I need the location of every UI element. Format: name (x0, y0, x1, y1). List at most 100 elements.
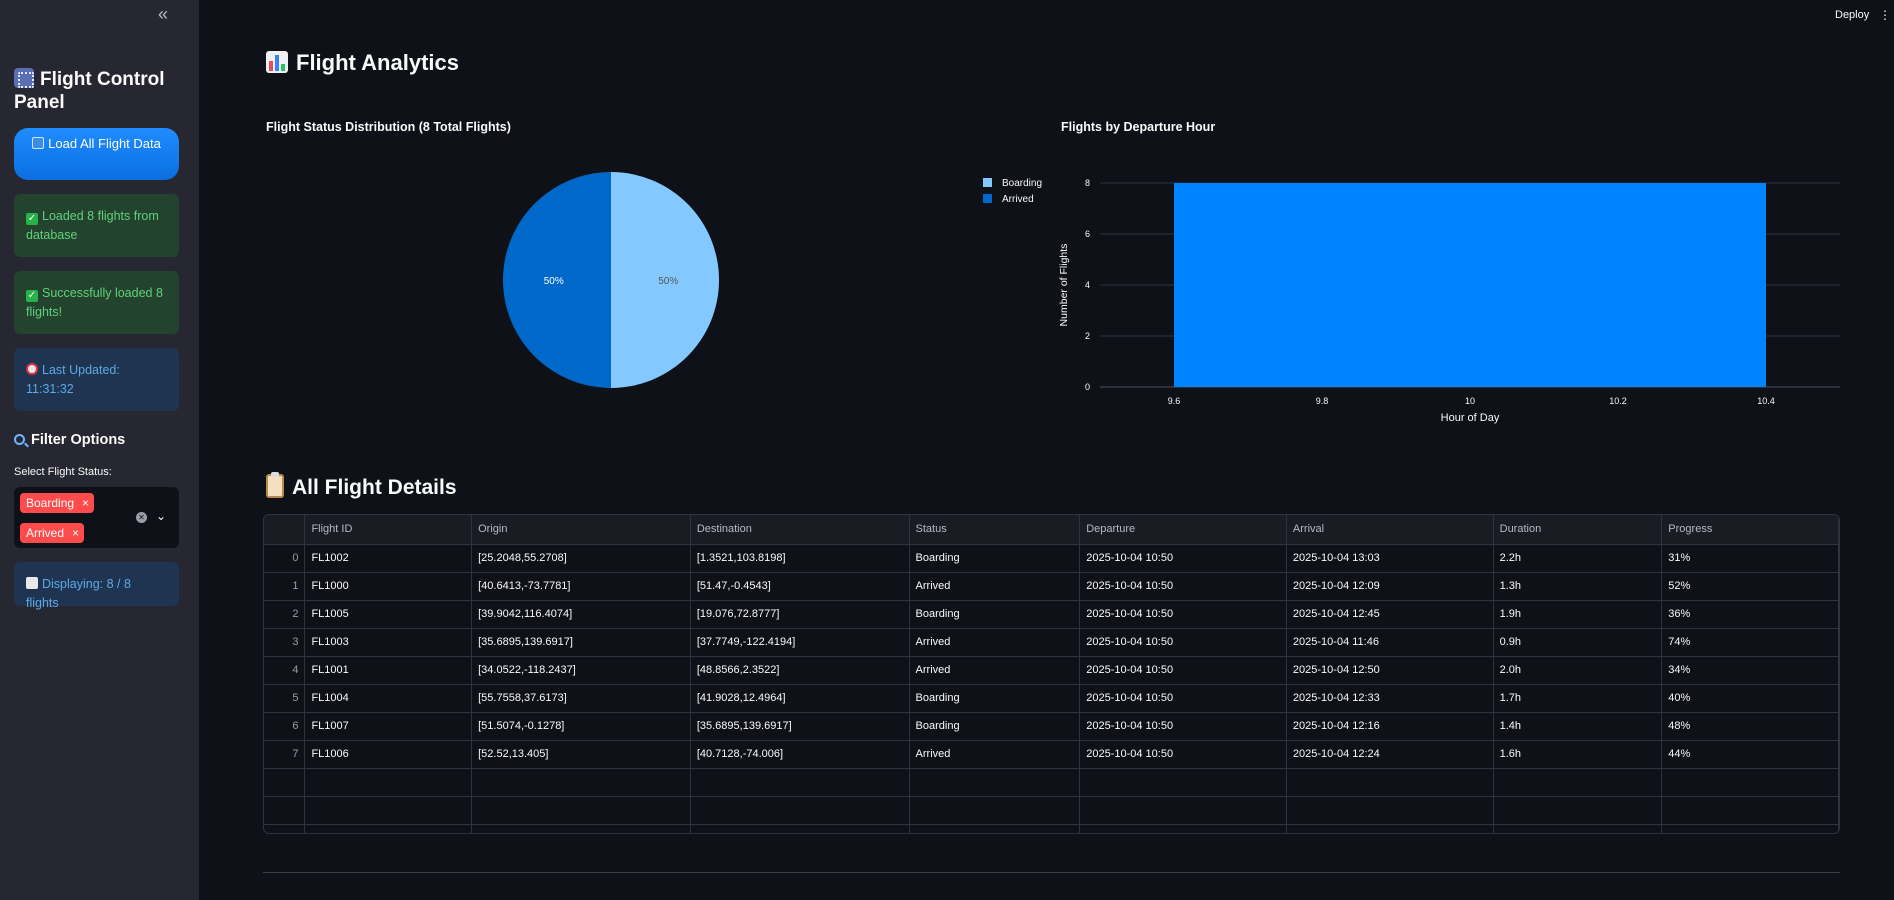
table-cell: [34.0522,-118.2437] (471, 656, 691, 685)
column-header[interactable] (264, 515, 306, 545)
row-index: 4 (264, 656, 306, 685)
check-icon: ✓ (26, 290, 38, 302)
empty-cell (690, 768, 910, 797)
chevron-down-icon[interactable]: ⌄ (156, 509, 166, 523)
table-cell: 2025-10-04 12:45 (1286, 600, 1494, 629)
y-tick-label: 4 (1085, 280, 1090, 290)
table-row[interactable]: 6 FL1007 [51.5074,-0.1278] [35.6895,139.691… (264, 712, 1839, 741)
table-cell: 44% (1661, 740, 1839, 769)
empty-cell (264, 768, 306, 797)
sidebar: « Flight Control Panel Load All Flight D… (0, 0, 199, 900)
table-cell: [48.8566,2.3522] (690, 656, 910, 685)
table-cell: 40% (1661, 684, 1839, 713)
table-row[interactable]: 2 FL1005 [39.9042,116.4074] [19.076,72.8777… (264, 600, 1839, 629)
legend-item[interactable]: Boarding (983, 176, 1042, 192)
flight-table[interactable]: Flight ID Origin Destination Status Departur… (263, 514, 1840, 834)
column-header[interactable]: Destination (690, 515, 910, 545)
table-cell: 2025-10-04 10:50 (1079, 712, 1287, 741)
table-cell: Boarding (909, 600, 1081, 629)
bar[interactable] (1174, 183, 1766, 387)
y-tick-label: 8 (1085, 178, 1090, 188)
legend-label: Boarding (1002, 178, 1043, 189)
remove-tag-icon[interactable]: × (72, 523, 79, 543)
row-index: 7 (264, 740, 306, 769)
table-row[interactable]: 0 FL1002 [25.2048,55.2708] [1.3521,103.8198… (264, 544, 1839, 573)
column-header[interactable]: Origin (471, 515, 691, 545)
empty-cell (1286, 768, 1494, 797)
column-header[interactable]: Departure (1079, 515, 1287, 545)
table-cell: [55.7558,37.6173] (471, 684, 691, 713)
pie-chart: 50% 50% (503, 172, 719, 388)
y-axis-label: Number of Flights (1058, 244, 1070, 327)
empty-cell (690, 824, 910, 833)
table-cell: 1.7h (1493, 684, 1663, 713)
y-tick-label: 2 (1085, 331, 1090, 341)
table-cell: 1.6h (1493, 740, 1663, 769)
table-cell: [25.2048,55.2708] (471, 544, 691, 573)
table-cell: Arrived (909, 572, 1081, 601)
column-header[interactable]: Progress (1661, 515, 1839, 545)
filter-options-heading: Filter Options (14, 432, 125, 448)
empty-row (264, 768, 1839, 797)
pie-chart-title: Flight Status Distribution (8 Total Flig… (266, 120, 511, 134)
tag-boarding: Boarding × (20, 493, 95, 513)
row-index: 2 (264, 600, 306, 629)
bar-chart: 0 2 4 6 8 9.6 9.8 10 10.2 10.4 Hour of Day Number o… (1058, 178, 1840, 424)
empty-cell (1286, 824, 1494, 833)
column-header[interactable]: Duration (1493, 515, 1663, 545)
empty-cell (909, 768, 1081, 797)
table-cell: 74% (1661, 628, 1839, 657)
table-cell: 2.2h (1493, 544, 1663, 573)
collapse-sidebar-icon[interactable]: « (158, 5, 176, 24)
table-cell: FL1004 (304, 684, 473, 713)
pie-percent-label: 50% (658, 276, 678, 287)
table-cell: [52.52,13.405] (471, 740, 691, 769)
control-knobs-icon (14, 68, 34, 88)
legend-label: Arrived (1002, 194, 1034, 205)
clear-all-icon[interactable]: ✕ (136, 512, 147, 523)
tag-arrived: Arrived × (20, 523, 85, 543)
column-header[interactable]: Status (909, 515, 1081, 545)
load-all-flight-data-button[interactable]: Load All Flight Data (14, 128, 179, 180)
table-cell: 1.9h (1493, 600, 1663, 629)
bar-chart-icon (266, 51, 288, 73)
table-cell: Arrived (909, 628, 1081, 657)
legend-item[interactable]: Arrived (983, 192, 1042, 208)
column-header[interactable]: Flight ID (304, 515, 473, 545)
empty-cell (304, 768, 473, 797)
remove-tag-icon[interactable]: × (82, 493, 89, 513)
empty-cell (1661, 768, 1839, 797)
table-row[interactable]: 7 FL1006 [52.52,13.405] [40.7128,-74.006] Ar… (264, 740, 1839, 769)
table-row[interactable]: 4 FL1001 [34.0522,-118.2437] [48.8566,2.352… (264, 656, 1839, 685)
row-index: 6 (264, 712, 306, 741)
x-tick-label: 10.4 (1757, 396, 1775, 406)
main-menu-icon[interactable]: ⋮ (1879, 8, 1891, 22)
empty-cell (909, 796, 1081, 825)
deploy-button[interactable]: Deploy (1835, 9, 1869, 21)
divider (263, 872, 1840, 873)
success-alert: ✓ Successfully loaded 8 flights! (14, 271, 179, 334)
table-cell: 31% (1661, 544, 1839, 573)
row-index: 0 (264, 544, 306, 573)
flight-status-multiselect[interactable]: Boarding × Arrived × ✕ ⌄ (14, 487, 179, 548)
check-icon: ✓ (26, 213, 38, 225)
x-tick-label: 10.2 (1609, 396, 1627, 406)
empty-cell (471, 824, 691, 833)
loaded-alert: ✓ Loaded 8 flights from database (14, 194, 179, 257)
table-cell: Arrived (909, 656, 1081, 685)
table-cell: 2025-10-04 10:50 (1079, 544, 1287, 573)
empty-cell (264, 796, 306, 825)
table-cell: 2025-10-04 12:09 (1286, 572, 1494, 601)
table-row[interactable]: 1 FL1000 [40.6413,-73.7781] [51.47,-0.4543]… (264, 572, 1839, 601)
empty-cell (1079, 824, 1287, 833)
table-cell: Arrived (909, 740, 1081, 769)
table-cell: 2025-10-04 10:50 (1079, 572, 1287, 601)
sidebar-title: Flight Control Panel (14, 68, 165, 113)
y-tick-label: 0 (1085, 382, 1090, 392)
pie-percent-label: 50% (544, 276, 564, 287)
column-header[interactable]: Arrival (1286, 515, 1494, 545)
empty-cell (471, 796, 691, 825)
table-row[interactable]: 3 FL1003 [35.6895,139.6917] [37.7749,-122.4… (264, 628, 1839, 657)
table-cell: Boarding (909, 684, 1081, 713)
table-row[interactable]: 5 FL1004 [55.7558,37.6173] [41.9028,12.4964… (264, 684, 1839, 713)
